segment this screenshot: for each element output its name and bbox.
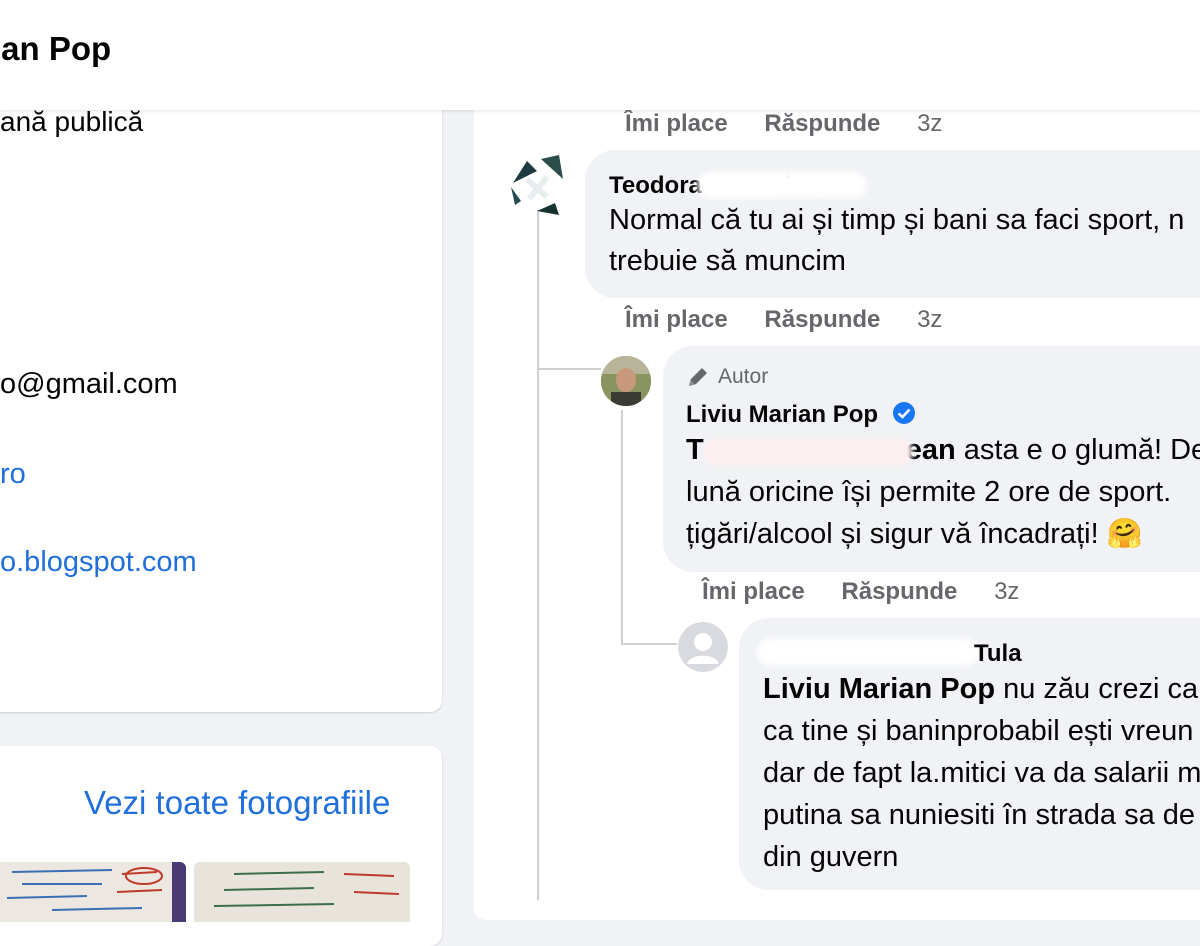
mention[interactable]: ean <box>906 434 956 466</box>
whiteboard-image <box>0 862 186 922</box>
comment-bubble: Teodora timean Normal că tu ai și timp ș… <box>585 150 1200 298</box>
thread-line <box>537 210 539 900</box>
comment-bubble: Autor Liviu Marian Pop Tean asta e o glu… <box>663 346 1200 572</box>
see-all-photos-link[interactable]: Vezi toate fotografiile <box>84 784 390 822</box>
photo-thumbnail[interactable] <box>0 862 186 922</box>
whiteboard-image <box>194 862 410 922</box>
thread-line <box>621 410 623 645</box>
thread-connector <box>537 368 601 370</box>
website-link[interactable]: ro <box>0 458 26 491</box>
comment-text-line: țigări/alcool și sigur vă încadrați! 🤗 <box>686 518 1143 550</box>
hug-emoji-icon: 🤗 <box>1106 518 1143 550</box>
comment-text-line: putina sa nuniesiti în strada sa de <box>763 799 1196 831</box>
comment-actions: Îmi place Răspunde 3z <box>702 578 1019 606</box>
like-button[interactable]: Îmi place <box>625 306 728 334</box>
comment-text-line: din guvern <box>763 841 899 873</box>
comment-actions: Îmi place Răspunde 3z <box>625 306 942 334</box>
comment-text-line: trebuie să muncim <box>609 245 846 277</box>
page-header: ian Pop <box>0 0 1200 110</box>
avatar-image <box>601 356 651 406</box>
avatar-image <box>511 155 563 215</box>
like-button[interactable]: Îmi place <box>625 110 728 138</box>
page-title[interactable]: ian Pop <box>0 30 111 68</box>
comment-time[interactable]: 3z <box>917 110 942 138</box>
author-avatar[interactable] <box>601 356 651 406</box>
reply-button[interactable]: Răspunde <box>841 578 957 606</box>
comment-text-line: dar de fapt la.mitici va da salarii m <box>763 757 1200 789</box>
redaction <box>703 438 913 466</box>
author-badge: Autor <box>718 365 769 388</box>
comment-text-line: Liviu Marian Pop nu zău crezi ca <box>763 673 1199 705</box>
redaction <box>757 638 979 666</box>
comment-time[interactable]: 3z <box>994 578 1019 606</box>
verified-icon <box>892 401 916 430</box>
comment-actions: Îmi place Răspunde 3z <box>625 110 942 138</box>
comment-bubble: Tula Liviu Marian Pop nu zău crezi ca ca… <box>739 618 1200 890</box>
comment-author-tail[interactable]: Tula <box>974 640 1022 668</box>
comment-author[interactable]: Liviu Marian Pop <box>686 401 878 429</box>
redaction <box>697 172 867 198</box>
intro-card: ană publică o@gmail.com ro o.blogspot.co… <box>0 80 442 712</box>
photos-card: Vezi toate fotografiile <box>0 746 442 946</box>
reply-button[interactable]: Răspunde <box>764 110 880 138</box>
page-category: ană publică <box>0 106 144 137</box>
mention[interactable]: Liviu Marian Pop <box>763 673 995 705</box>
comment-text-line: lună oricine își permite 2 ore de sport. <box>686 476 1172 508</box>
mention[interactable]: T <box>686 434 704 466</box>
reply-button[interactable]: Răspunde <box>764 306 880 334</box>
thread-connector <box>621 643 677 645</box>
like-button[interactable]: Îmi place <box>702 578 805 606</box>
comment-author[interactable]: Teodora <box>609 172 702 200</box>
photo-thumbnail[interactable] <box>194 862 410 922</box>
pencil-icon <box>685 364 711 395</box>
contact-email[interactable]: o@gmail.com <box>0 368 178 401</box>
commenter-avatar[interactable] <box>507 153 565 221</box>
blog-link[interactable]: o.blogspot.com <box>0 546 197 579</box>
comment-time[interactable]: 3z <box>917 306 942 334</box>
comment-text-line: Normal că tu ai și timp și bani sa faci … <box>609 204 1185 236</box>
default-avatar-icon[interactable] <box>678 622 728 672</box>
comment-text-line: ca tine și baninprobabil ești vreun <box>763 715 1194 747</box>
